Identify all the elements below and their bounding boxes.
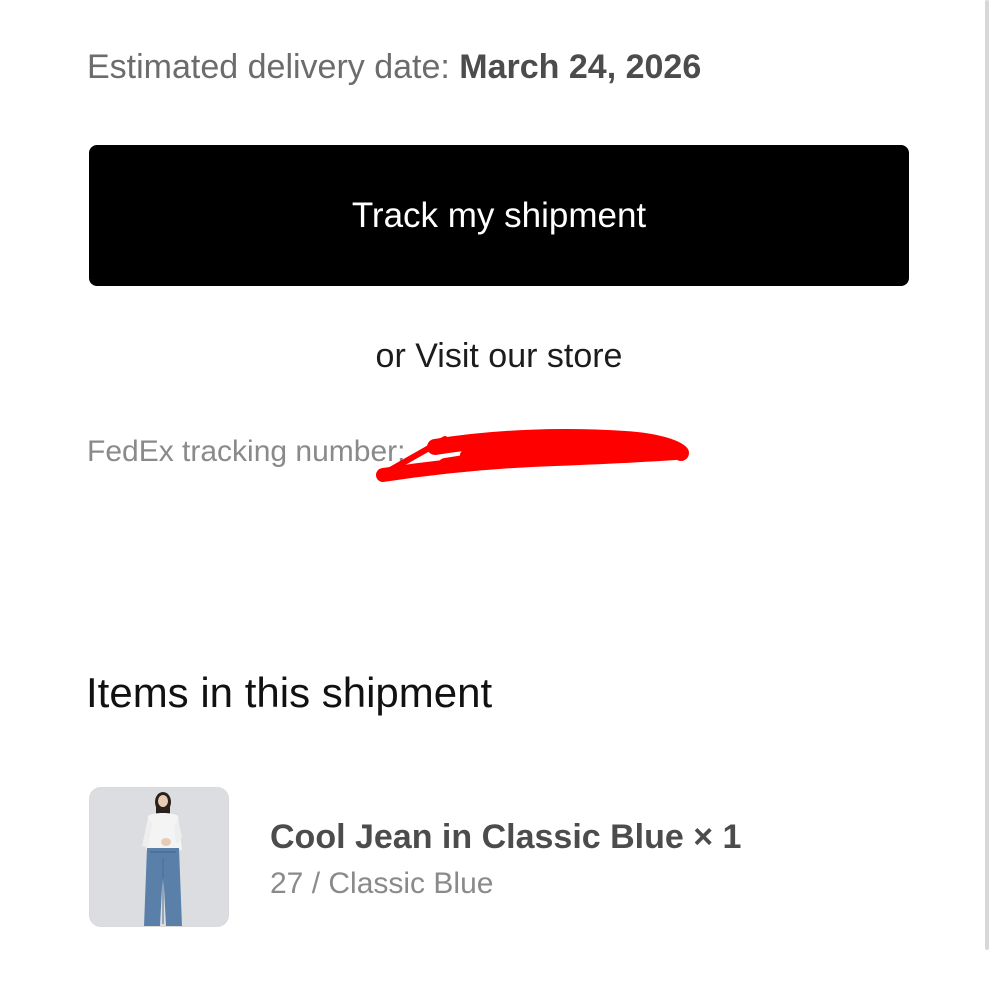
shipment-notification-page: Estimated delivery date: March 24, 2026 … — [0, 0, 1000, 1000]
visit-store-link[interactable]: Visit our store — [415, 337, 622, 375]
product-thumbnail[interactable] — [89, 787, 229, 927]
item-name[interactable]: Cool Jean in Classic Blue × 1 — [270, 817, 741, 857]
tracking-label: FedEx tracking number: — [87, 435, 406, 468]
track-shipment-label: Track my shipment — [351, 195, 647, 235]
visit-store-prefix: or — [375, 337, 416, 375]
scrollbar[interactable] — [985, 0, 989, 950]
product-photo — [90, 788, 228, 926]
estimated-delivery: Estimated delivery date: March 24, 2026 — [87, 46, 701, 88]
delivery-date: March 24, 2026 — [459, 48, 702, 86]
redaction-scribble — [376, 429, 689, 482]
tracking-number: FedEx tracking number: — [87, 433, 405, 471]
delivery-label: Estimated delivery date: — [87, 48, 460, 86]
items-section-heading: Items in this shipment — [86, 669, 493, 716]
visit-store-line: or Visit our store — [89, 335, 909, 377]
item-variant: 27 / Classic Blue — [270, 867, 494, 900]
track-shipment-button[interactable]: Track my shipment — [89, 145, 909, 286]
